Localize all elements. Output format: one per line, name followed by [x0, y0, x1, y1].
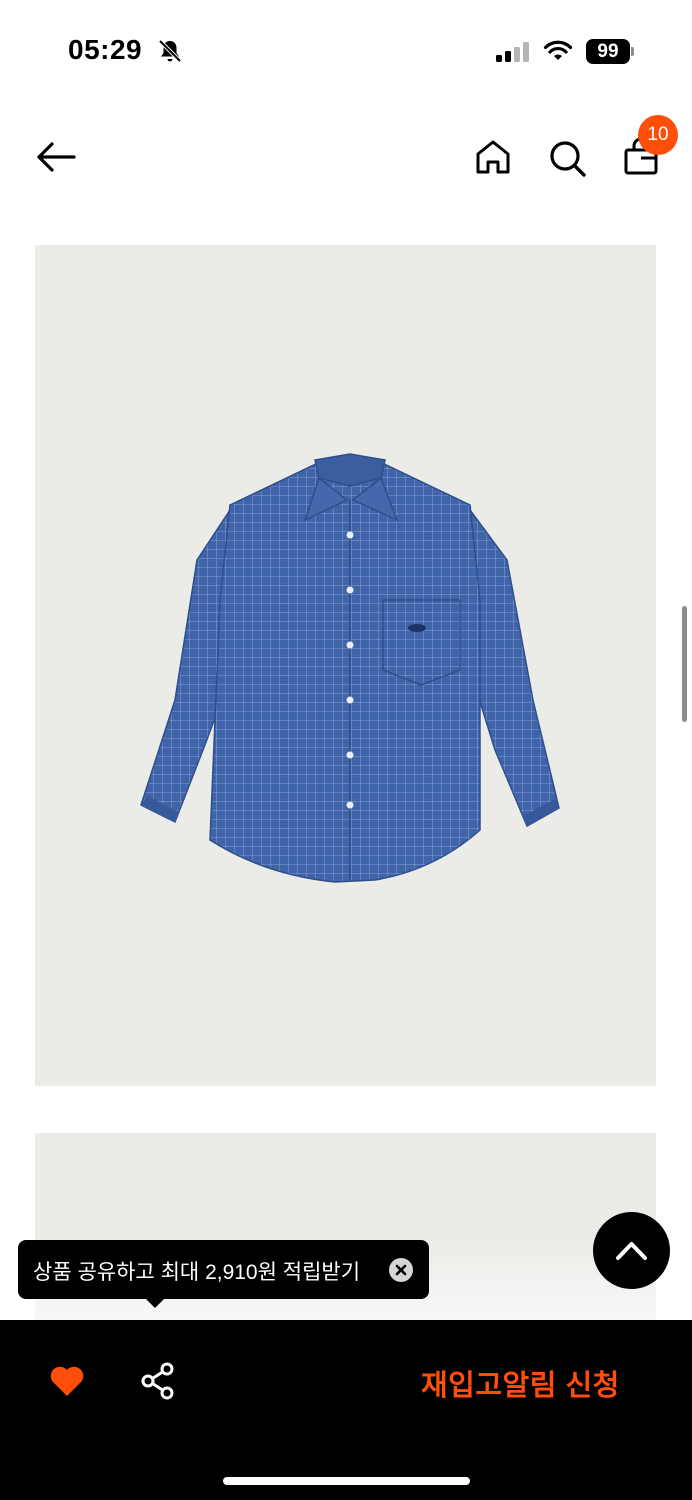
close-icon — [395, 1264, 407, 1276]
bell-off-icon — [158, 39, 182, 63]
bottom-action-bar: 재입고알림 신청 — [0, 1320, 692, 1500]
battery-cap — [631, 47, 634, 56]
wifi-icon — [543, 40, 573, 60]
chevron-up-icon — [616, 1242, 647, 1260]
status-time: 05:29 — [68, 34, 143, 65]
product-image[interactable] — [35, 245, 656, 1086]
scroll-to-top-button[interactable] — [593, 1212, 670, 1289]
tooltip-tail — [145, 1298, 165, 1308]
heart-icon[interactable] — [48, 1363, 86, 1399]
battery-icon: 99 — [586, 39, 630, 64]
close-circle-icon[interactable] — [389, 1258, 413, 1282]
back-arrow-icon[interactable] — [34, 140, 78, 174]
cellular-signal-icon — [496, 42, 529, 62]
restock-alert-button[interactable]: 재입고알림 신청 — [421, 1362, 620, 1404]
shirt-illustration — [140, 453, 560, 883]
scrollbar[interactable] — [682, 606, 687, 722]
home-indicator[interactable] — [223, 1477, 470, 1485]
tooltip-text: 상품 공유하고 최대 2,910원 적립받기 — [33, 1261, 361, 1284]
search-icon[interactable] — [548, 139, 588, 179]
home-icon[interactable] — [474, 138, 512, 176]
cart-count-badge: 10 — [638, 115, 678, 155]
share-reward-tooltip: 상품 공유하고 최대 2,910원 적립받기 — [18, 1240, 429, 1299]
share-icon[interactable] — [140, 1362, 176, 1400]
